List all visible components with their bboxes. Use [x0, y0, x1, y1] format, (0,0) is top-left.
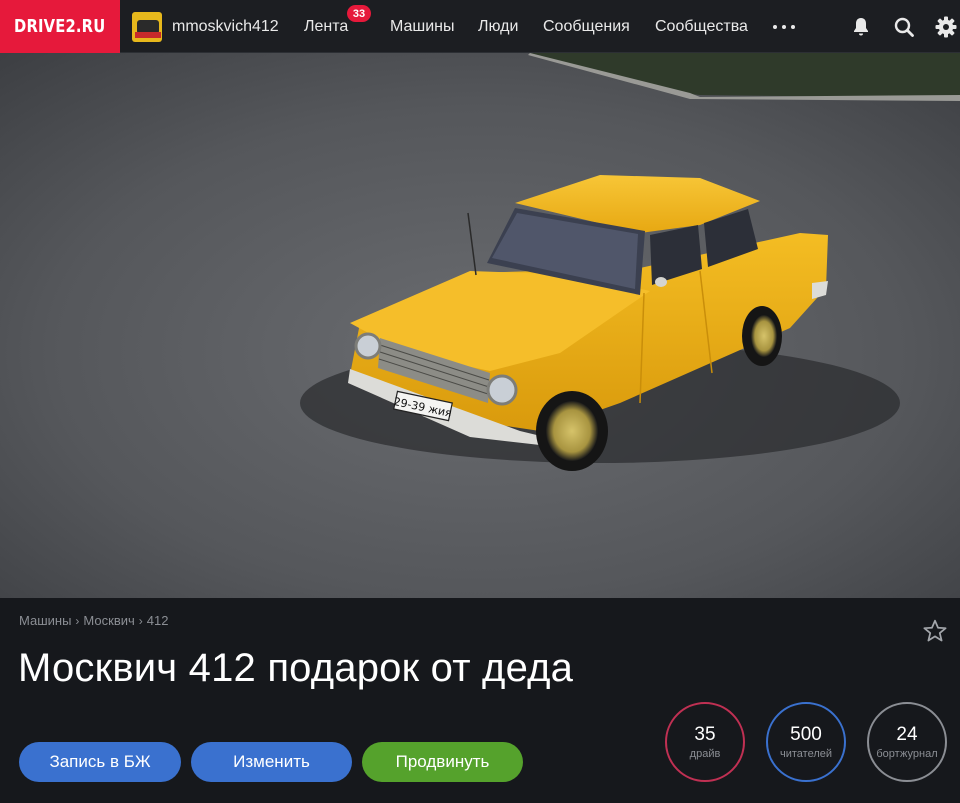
gear-icon[interactable]	[934, 15, 958, 39]
nav-item-messages[interactable]: Сообщения	[543, 0, 630, 53]
add-logbook-entry-button[interactable]: Запись в БЖ	[19, 742, 181, 782]
breadcrumb: Машины › Москвич › 412	[19, 613, 168, 628]
logbook-label: бортжурнал	[876, 747, 938, 760]
more-dots-icon[interactable]	[773, 0, 795, 53]
username: mmoskvich412	[172, 18, 279, 35]
top-navigation-bar: DRIVE2.RU mmoskvich412 Лента 33 Машины Л…	[0, 0, 960, 53]
nav-item-feed[interactable]: Лента	[304, 0, 348, 53]
search-icon[interactable]	[892, 15, 916, 39]
breadcrumb-cars[interactable]: Машины	[19, 613, 71, 628]
feed-count-badge: 33	[347, 5, 371, 22]
site-logo[interactable]: DRIVE2.RU	[0, 0, 120, 53]
breadcrumb-model[interactable]: 412	[147, 613, 169, 628]
logbook-stat[interactable]: 24 бортжурнал	[867, 702, 947, 782]
followers-label: читателей	[779, 747, 832, 760]
promote-button[interactable]: Продвинуть	[362, 742, 523, 782]
nav-item-communities[interactable]: Сообщества	[655, 0, 748, 53]
user-profile-link[interactable]: mmoskvich412	[132, 12, 279, 42]
nav-item-label: Машины	[390, 17, 455, 35]
followers-stat[interactable]: 500 читателей	[766, 702, 846, 782]
car-photo-illustration: 29-39 жия	[0, 53, 960, 598]
drive-label: драйв	[689, 747, 721, 760]
bell-icon[interactable]	[849, 15, 873, 39]
avatar	[132, 12, 162, 42]
drive-count: 35	[694, 723, 716, 745]
nav-item-label: Лента	[304, 17, 349, 35]
nav-item-cars[interactable]: Машины	[390, 0, 455, 53]
breadcrumb-brand[interactable]: Москвич	[83, 613, 134, 628]
car-cover-photo: 29-39 жия	[0, 53, 960, 598]
nav-item-label: Сообщества	[655, 17, 748, 35]
nav-item-label: Люди	[478, 17, 519, 35]
car-info-panel: Машины › Москвич › 412 Москвич 412 подар…	[0, 598, 960, 803]
breadcrumb-separator: ›	[75, 613, 80, 628]
logbook-count: 24	[896, 723, 918, 745]
page-title: Москвич 412 подарок от деда	[18, 646, 574, 690]
breadcrumb-separator: ›	[138, 613, 143, 628]
edit-button[interactable]: Изменить	[191, 742, 352, 782]
drive-stat[interactable]: 35 драйв	[665, 702, 745, 782]
followers-count: 500	[790, 723, 822, 745]
favorite-star-icon[interactable]	[922, 618, 948, 644]
nav-item-label: Сообщения	[543, 17, 630, 35]
nav-item-people[interactable]: Люди	[478, 0, 518, 53]
